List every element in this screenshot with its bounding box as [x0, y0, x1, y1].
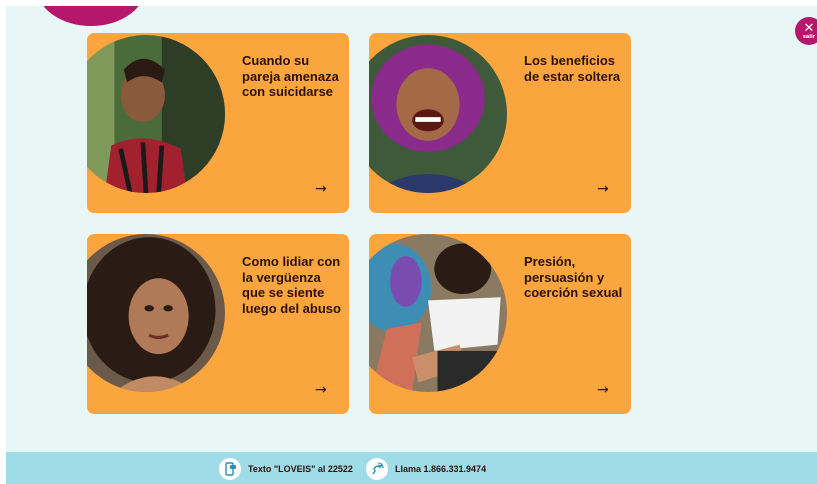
arrow-right-icon: →	[597, 181, 609, 197]
card-title: Como lidiar con la vergüenza que se sien…	[242, 254, 341, 316]
article-card-4[interactable]: Presión, persuasión y coerción sexual →	[369, 234, 631, 414]
article-card-2[interactable]: Los beneficios de estar soltera →	[369, 33, 631, 213]
text-cta-label: Texto "LOVEIS" al 22522	[248, 464, 353, 474]
card-photo	[369, 35, 507, 193]
page: ✕ salir Cuando su pareja amenaza con sui…	[6, 6, 817, 484]
close-icon: ✕	[803, 20, 815, 36]
arrow-right-icon: →	[315, 382, 327, 398]
exit-button[interactable]: ✕ salir	[795, 17, 817, 45]
article-card-1[interactable]: Cuando su pareja amenaza con suicidarse …	[87, 33, 349, 213]
phone-call-icon	[366, 458, 388, 480]
article-card-3[interactable]: Como lidiar con la vergüenza que se sien…	[87, 234, 349, 414]
phone-message-icon	[219, 458, 241, 480]
call-hotline-link[interactable]: Llama 1.866.331.9474	[366, 458, 486, 480]
text-loveis-link[interactable]: Texto "LOVEIS" al 22522	[219, 458, 353, 480]
call-cta-label: Llama 1.866.331.9474	[395, 464, 487, 474]
card-photo	[369, 234, 507, 392]
arrow-right-icon: →	[597, 382, 609, 398]
card-photo	[87, 234, 225, 392]
card-title: Cuando su pareja amenaza con suicidarse	[242, 53, 339, 99]
footer-bar: Texto "LOVEIS" al 22522 Llama 1.866.331.…	[6, 452, 817, 484]
card-photo	[87, 35, 225, 193]
decorative-blob	[36, 6, 146, 26]
card-title: Los beneficios de estar soltera	[524, 53, 621, 84]
arrow-right-icon: →	[315, 181, 327, 197]
exit-label: salir	[802, 33, 816, 40]
card-title: Presión, persuasión y coerción sexual	[524, 254, 623, 300]
